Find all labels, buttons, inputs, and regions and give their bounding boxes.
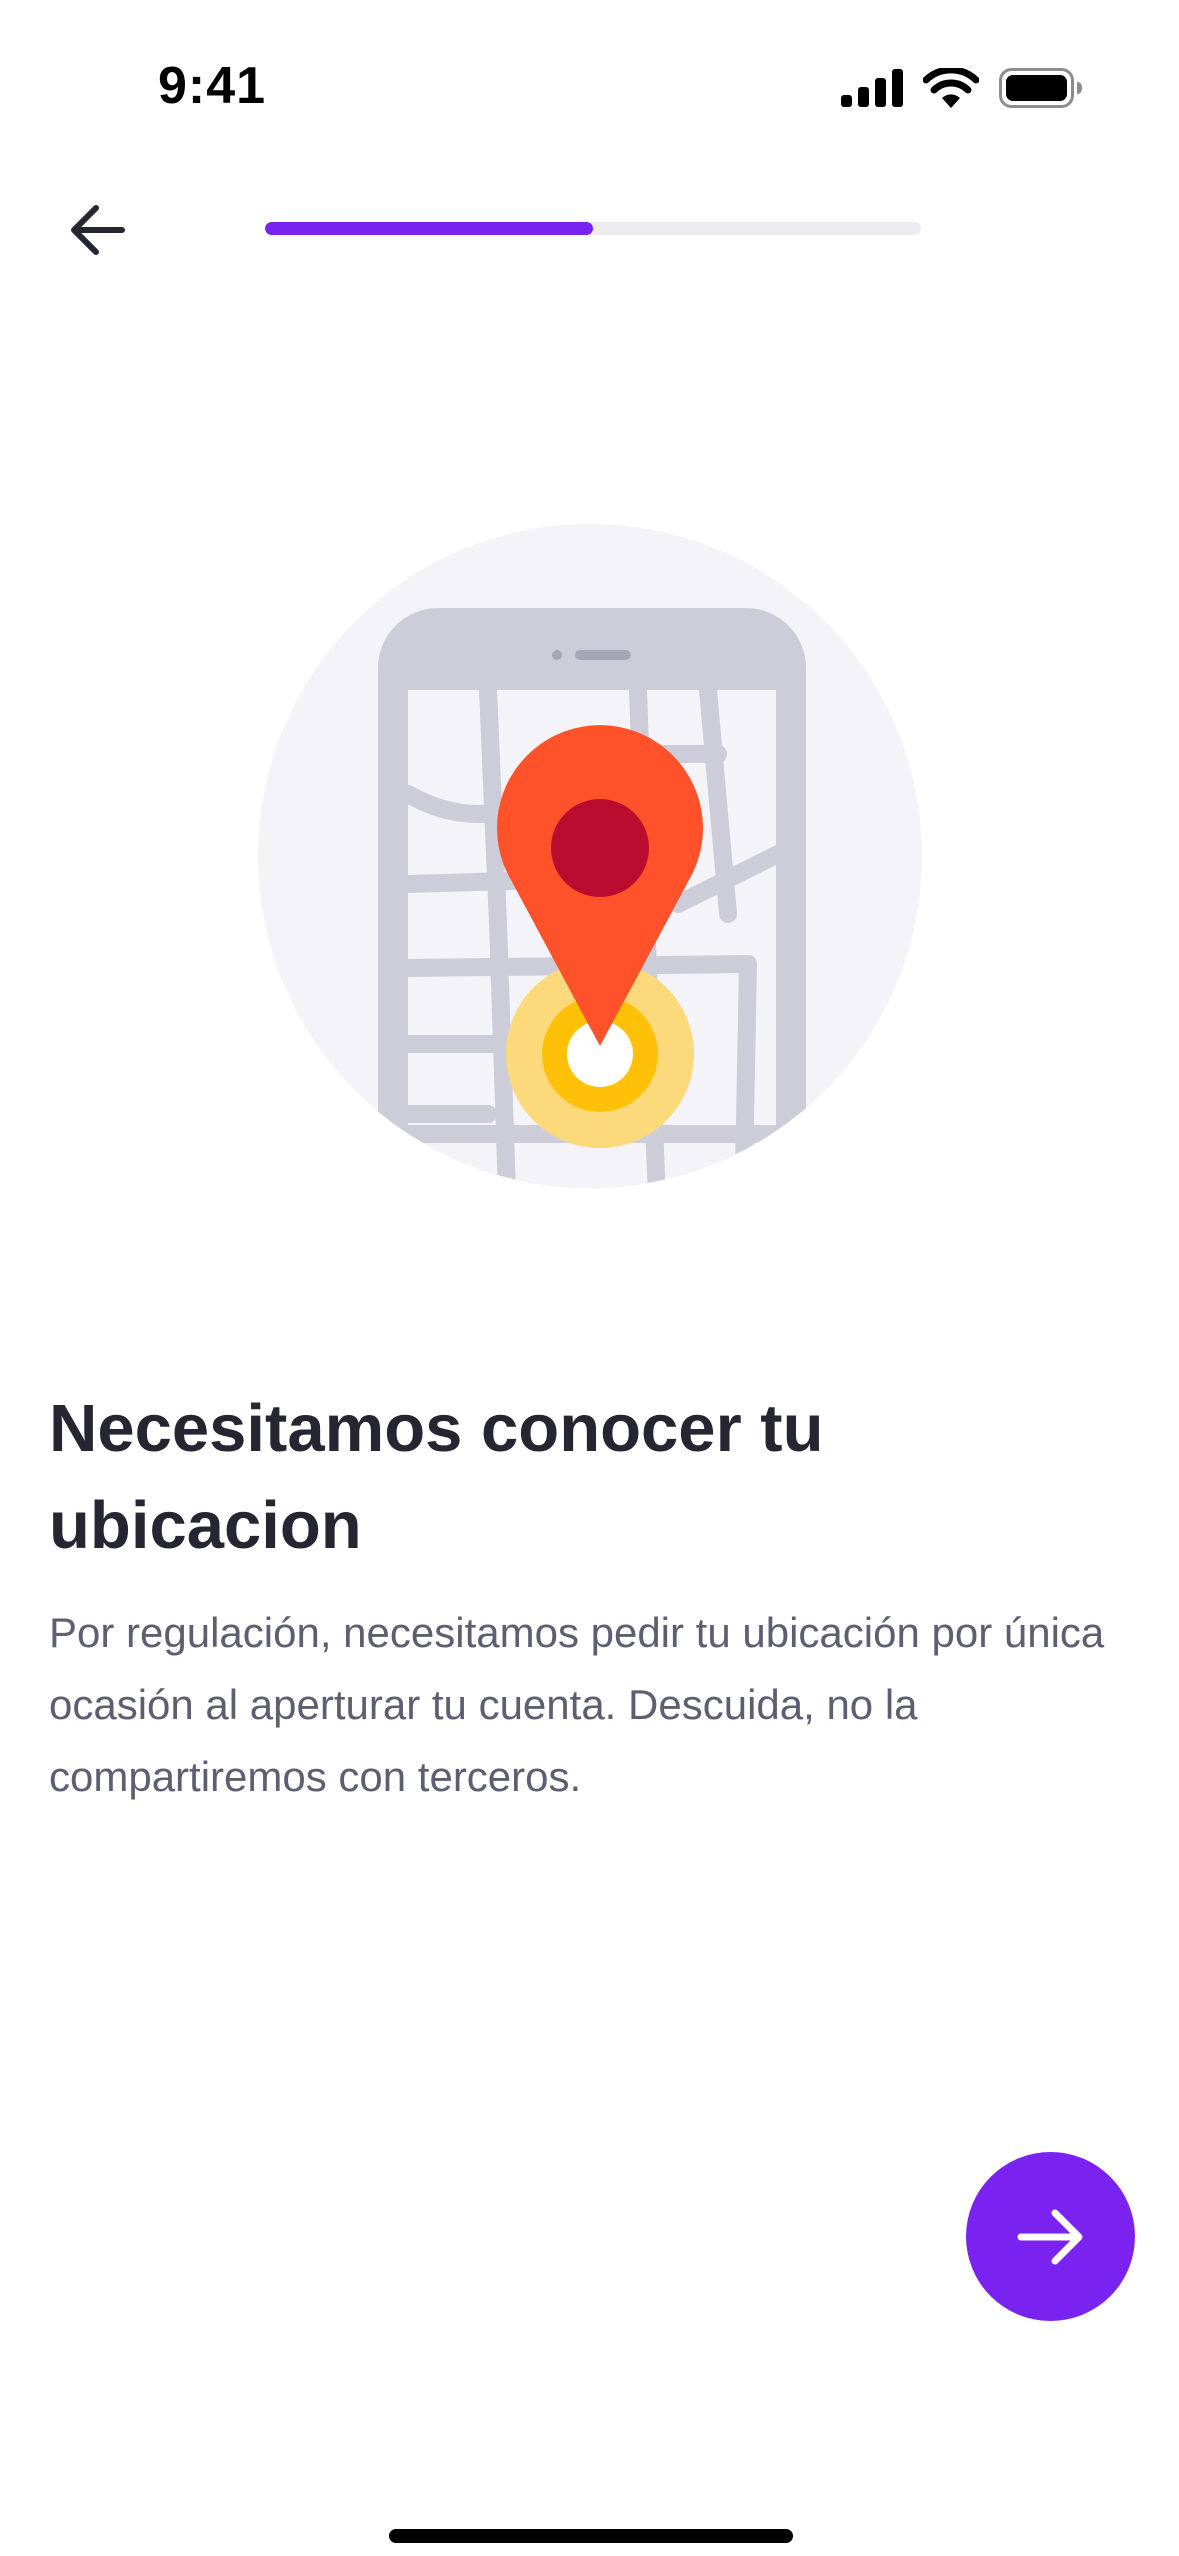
battery-icon: [999, 68, 1082, 108]
cellular-signal-icon: [841, 69, 903, 107]
page-description: Por regulación, necesitamos pedir tu ubi…: [49, 1609, 1105, 1800]
status-time: 9:41: [158, 57, 267, 115]
progress-bar: [265, 222, 921, 235]
wifi-icon: [923, 68, 979, 108]
page-title: Necesitamos conocer tu ubicacion: [49, 1391, 824, 1563]
home-indicator: [389, 2529, 793, 2543]
location-pin-on-phone-map-icon: [258, 524, 922, 1188]
next-button[interactable]: [966, 2152, 1135, 2321]
map-pin-center: [551, 799, 649, 897]
arrow-right-icon: [1017, 2209, 1082, 2264]
progress-bar-fill: [265, 222, 593, 235]
location-illustration: [258, 524, 923, 1189]
status-icons: [841, 66, 1083, 110]
status-bar: 9:41: [0, 0, 1179, 170]
arrow-left-icon: [71, 205, 125, 255]
back-button[interactable]: [58, 190, 138, 270]
